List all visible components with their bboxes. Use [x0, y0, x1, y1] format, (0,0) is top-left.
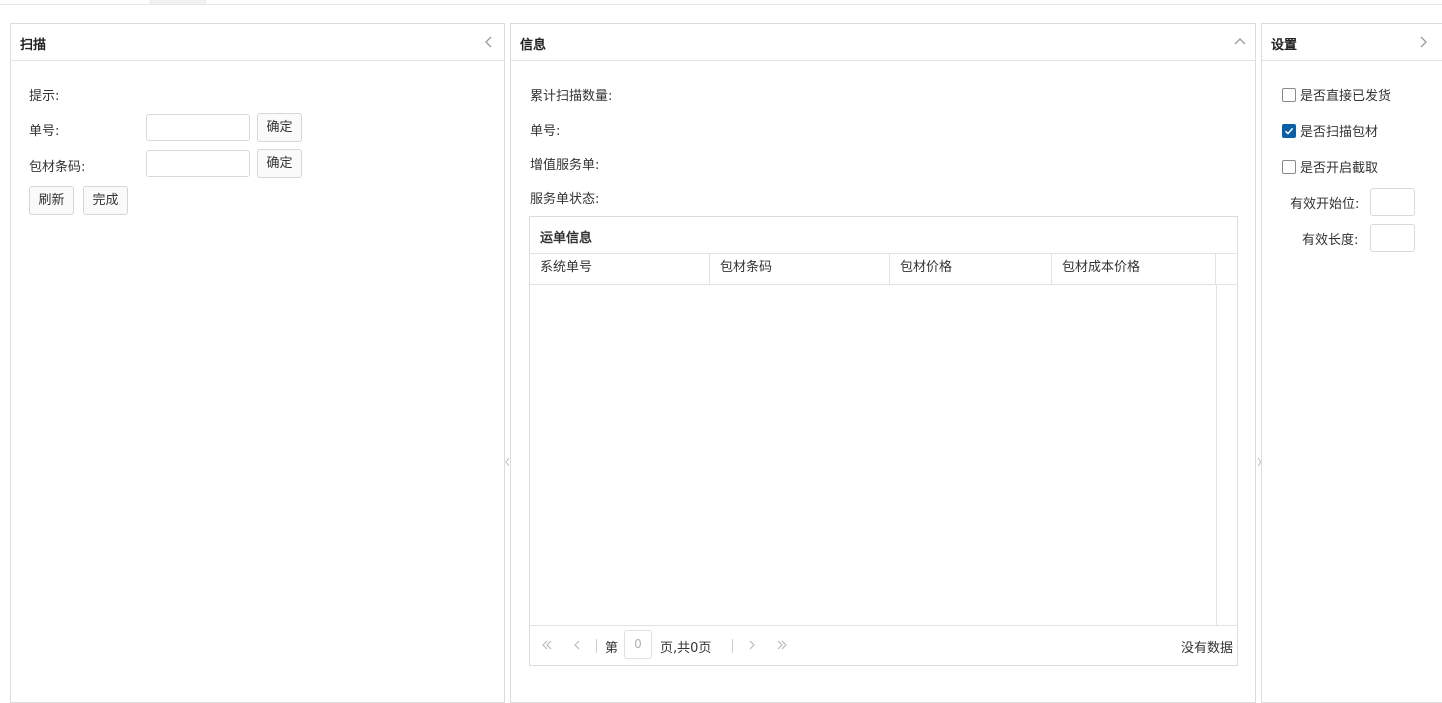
- column-cost-price[interactable]: 包材成本价格: [1052, 254, 1216, 284]
- info-panel-title: 信息: [520, 38, 547, 53]
- order-input[interactable]: [146, 114, 250, 141]
- grid-column-header: 系统单号 包材条码 包材价格 包材成本价格: [530, 254, 1237, 285]
- order-number-label: 单号:: [530, 124, 561, 139]
- length-label: 有效长度:: [1302, 233, 1359, 248]
- info-panel: 信息 累计扫描数量: 单号: 增值服务单: 服务单状态: 运单信息 系统单号 包…: [510, 23, 1256, 703]
- finish-button[interactable]: 完成: [83, 186, 128, 215]
- scan-packaging-checkbox[interactable]: [1282, 124, 1296, 138]
- top-tab-strip: [0, 0, 1442, 5]
- waybill-grid-header: 运单信息: [530, 217, 1237, 254]
- settings-panel-title: 设置: [1271, 38, 1298, 53]
- column-system-order[interactable]: 系统单号: [530, 254, 710, 284]
- grid-pager: 第 0 页,共0页 没有数据: [530, 625, 1237, 665]
- info-panel-header: 信息: [511, 24, 1255, 61]
- service-status-label: 服务单状态:: [530, 192, 600, 207]
- settings-panel: 设置 是否直接已发货 是否扫描包材 是否开启截取 有效开始位: 有效长度:: [1261, 23, 1442, 703]
- next-page-icon[interactable]: [745, 638, 759, 652]
- waybill-grid-title: 运单信息: [540, 231, 593, 246]
- scan-panel-header: 扫描: [11, 24, 504, 61]
- settings-panel-header: 设置: [1262, 24, 1442, 61]
- enable-truncate-label[interactable]: 是否开启截取: [1300, 157, 1378, 176]
- chevron-up-icon[interactable]: [1231, 33, 1249, 51]
- column-barcode[interactable]: 包材条码: [710, 254, 890, 284]
- direct-shipped-label[interactable]: 是否直接已发货: [1300, 85, 1391, 104]
- page-number-input[interactable]: 0: [624, 630, 652, 659]
- direct-shipped-checkbox[interactable]: [1282, 88, 1296, 102]
- first-page-icon[interactable]: [540, 638, 554, 652]
- last-page-icon[interactable]: [775, 638, 789, 652]
- prev-page-icon[interactable]: [570, 638, 584, 652]
- pager-divider: [732, 639, 733, 653]
- barcode-input[interactable]: [146, 150, 250, 177]
- chevron-right-icon[interactable]: [1414, 33, 1432, 51]
- value-added-label: 增值服务单:: [530, 158, 600, 173]
- pager-divider: [596, 639, 597, 653]
- order-label: 单号:: [29, 124, 60, 139]
- total-scanned-label: 累计扫描数量:: [530, 89, 613, 104]
- grid-body: [530, 285, 1237, 626]
- start-position-spinner[interactable]: [1370, 188, 1415, 216]
- checkmark-icon: [1284, 127, 1294, 135]
- chevron-left-icon[interactable]: [480, 33, 498, 51]
- pager-status: 没有数据: [1180, 641, 1233, 656]
- column-price[interactable]: 包材价格: [890, 254, 1052, 284]
- scan-panel-title: 扫描: [20, 38, 47, 53]
- refresh-button[interactable]: 刷新: [29, 186, 74, 215]
- barcode-label: 包材条码:: [29, 160, 86, 175]
- waybill-grid: 运单信息 系统单号 包材条码 包材价格 包材成本价格 第 0 页,共0页 没有数…: [529, 216, 1238, 666]
- top-tab[interactable]: [150, 0, 206, 4]
- scan-panel: 扫描 提示: 单号: 确定 包材条码: 确定 刷新 完成: [10, 23, 505, 703]
- barcode-confirm-button[interactable]: 确定: [257, 149, 302, 178]
- length-spinner[interactable]: [1370, 224, 1415, 252]
- page-suffix: 页,共0页: [660, 641, 712, 656]
- scan-packaging-label[interactable]: 是否扫描包材: [1300, 121, 1378, 140]
- start-position-label: 有效开始位:: [1290, 197, 1360, 212]
- page-prefix: 第: [605, 641, 619, 656]
- order-confirm-button[interactable]: 确定: [257, 113, 302, 142]
- enable-truncate-checkbox[interactable]: [1282, 160, 1296, 174]
- hint-label: 提示:: [29, 89, 60, 104]
- grid-scrollbar[interactable]: [1216, 285, 1217, 626]
